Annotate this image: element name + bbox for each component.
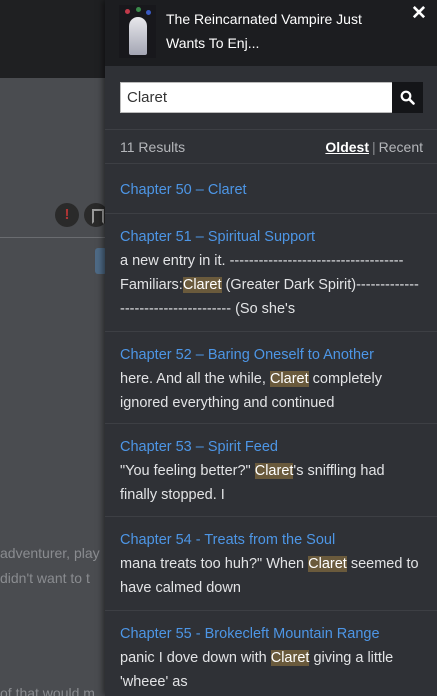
drawer-header: The Reincarnated Vampire Just Wants To E… [105, 0, 437, 66]
sort-options: Oldest | Recent [325, 139, 423, 155]
results-summary: 11 Results Oldest | Recent [105, 130, 437, 164]
search-highlight: Claret [254, 463, 294, 479]
result-snippet: a new entry in it. ---------------------… [120, 253, 419, 317]
result-snippet: mana treats too huh?" When Claret seemed… [120, 556, 419, 596]
result-snippet: here. And all the while, Claret complete… [120, 371, 382, 411]
novel-cover-image [119, 5, 156, 58]
result-snippet: panic I dove down with Claret giving a l… [120, 650, 394, 690]
search-result-item[interactable]: Chapter 51 – Spiritual Support a new ent… [105, 214, 437, 332]
search-result-item[interactable]: Chapter 50 – Claret [105, 164, 437, 214]
search-icon [400, 90, 415, 105]
background-text-line: of that would m [0, 685, 95, 696]
search-input[interactable] [120, 82, 392, 113]
sort-oldest-link[interactable]: Oldest [325, 139, 369, 155]
chapter-link[interactable]: Chapter 55 - Brokecleft Mountain Range [120, 622, 422, 646]
search-result-item[interactable]: Chapter 55 - Brokecleft Mountain Range p… [105, 611, 437, 696]
search-result-item[interactable]: Chapter 52 – Baring Oneself to Another h… [105, 332, 437, 424]
result-snippet: "You feeling better?" Claret's sniffling… [120, 463, 385, 503]
results-count: 11 Results [120, 139, 186, 155]
chapter-link[interactable]: Chapter 53 – Spirit Feed [120, 435, 422, 459]
close-icon[interactable]: ✕ [409, 4, 429, 24]
search-highlight: Claret [270, 650, 310, 666]
background-text-line: adventurer, play [0, 545, 100, 561]
sort-recent-link[interactable]: Recent [379, 139, 423, 155]
chapter-link[interactable]: Chapter 51 – Spiritual Support [120, 225, 422, 249]
search-drawer: The Reincarnated Vampire Just Wants To E… [105, 0, 437, 696]
search-result-item[interactable]: Chapter 54 - Treats from the Soul mana t… [105, 517, 437, 611]
chapter-link[interactable]: Chapter 50 – Claret [120, 178, 422, 202]
search-bar [105, 66, 437, 130]
search-highlight: Claret [308, 556, 347, 572]
search-highlight: Claret [182, 277, 222, 293]
report-icon[interactable] [55, 203, 79, 227]
sort-separator: | [372, 139, 376, 155]
novel-title: The Reincarnated Vampire Just Wants To E… [166, 11, 362, 51]
search-button[interactable] [392, 82, 423, 113]
chapter-link[interactable]: Chapter 52 – Baring Oneself to Another [120, 343, 422, 367]
search-highlight: Claret [269, 371, 309, 387]
chapter-link[interactable]: Chapter 54 - Treats from the Soul [120, 528, 422, 552]
background-text-line: didn't want to t [0, 570, 90, 586]
search-result-item[interactable]: Chapter 53 – Spirit Feed "You feeling be… [105, 424, 437, 517]
